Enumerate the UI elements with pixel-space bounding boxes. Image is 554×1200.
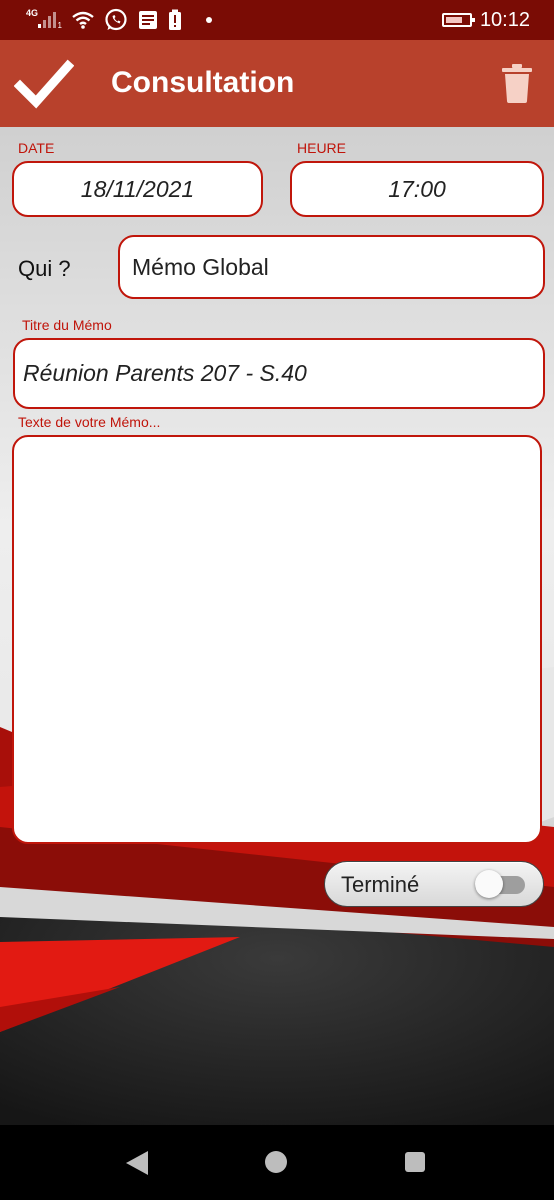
termine-label: Terminé (341, 872, 420, 897)
heure-field[interactable]: 17:00 (290, 161, 544, 217)
status-time: 10:12 (479, 8, 530, 31)
qui-field[interactable]: Mémo Global (118, 235, 545, 299)
whatsapp-icon (104, 8, 128, 32)
qui-label: Qui ? (18, 256, 71, 281)
network-type: 4G (26, 8, 39, 18)
titre-label: Titre du Mémo (22, 317, 112, 333)
texte-area[interactable] (12, 435, 542, 844)
heure-value: 17:00 (388, 175, 446, 202)
battery-icon (441, 13, 475, 27)
navigation-bar (0, 1125, 554, 1200)
heure-label: HEURE (297, 140, 347, 156)
alert-icon (168, 9, 182, 31)
page-title: Consultation (111, 66, 295, 99)
content-area: DATE 18/11/2021 HEURE 17:00 Qui ? Mémo G… (0, 127, 554, 1125)
titre-value: Réunion Parents 207 - S.40 (23, 360, 307, 386)
check-icon (13, 59, 75, 109)
delete-button[interactable] (500, 62, 534, 104)
sim-slot: 1 (57, 21, 62, 30)
texte-label: Texte de votre Mémo... (18, 414, 161, 430)
recents-icon[interactable] (405, 1152, 425, 1172)
message-icon (138, 10, 158, 30)
qui-value: Mémo Global (132, 253, 269, 280)
dot-icon (206, 17, 212, 23)
date-label: DATE (18, 140, 55, 156)
termine-toggle[interactable]: Terminé (324, 861, 544, 907)
confirm-button[interactable] (13, 56, 75, 112)
back-icon[interactable] (126, 1151, 148, 1175)
app-bar: Consultation (0, 40, 554, 127)
status-icons-left: 4G 1 (26, 6, 212, 34)
date-field[interactable]: 18/11/2021 (12, 161, 263, 217)
wifi-icon (72, 11, 94, 29)
trash-icon (502, 64, 532, 103)
home-icon[interactable] (265, 1151, 287, 1173)
status-icons-right: 10:12 (441, 6, 530, 34)
status-bar: 4G 1 10:12 (0, 0, 554, 40)
signal-icon: 4G 1 (26, 8, 62, 32)
switch-thumb[interactable] (475, 870, 503, 898)
date-value: 18/11/2021 (80, 175, 195, 202)
titre-field[interactable]: Réunion Parents 207 - S.40 (13, 338, 545, 409)
